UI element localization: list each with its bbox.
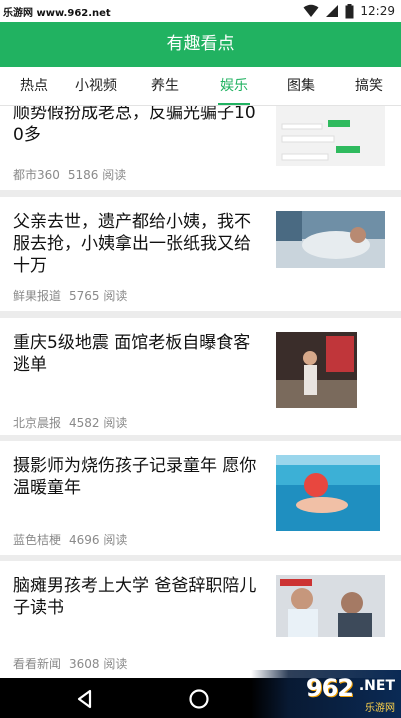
article-reads: 5765 阅读	[69, 289, 128, 303]
list-item[interactable]: 摄影师为烧伤孩子记录童年 愿你温暖童年 蓝色桔梗 4696 阅读	[0, 441, 401, 555]
wifi-icon	[303, 4, 319, 17]
active-tab-indicator	[218, 103, 250, 105]
article-thumbnail	[276, 211, 385, 268]
article-title: 摄影师为烧伤孩子记录童年 愿你温暖童年	[13, 456, 257, 498]
article-title: 顺势假扮成老总，反骗光骗子100多	[13, 106, 256, 145]
battery-icon	[345, 3, 354, 18]
article-title: 父亲去世，遗产都给小姨，我不服去抢，小姨拿出一张纸我又给十万	[13, 212, 251, 276]
restaurant-photo	[276, 332, 357, 408]
tab-gallery[interactable]: 图集	[271, 67, 331, 105]
article-source: 鲜果报道	[13, 289, 62, 303]
article-reads: 4582 阅读	[69, 416, 128, 430]
article-thumbnail	[276, 106, 385, 166]
page-title: 有趣看点	[166, 34, 235, 54]
article-source: 蓝色桔梗	[13, 533, 62, 547]
tab-short-video[interactable]: 小视频	[66, 67, 126, 105]
article-source: 看看新闻	[13, 657, 62, 671]
brand-logo-net: .NET	[358, 678, 395, 694]
category-tabs: 热点 小视频 养生 娱乐 图集 搞笑	[0, 67, 401, 106]
list-item[interactable]: 脑瘫男孩考上大学 爸爸辞职陪儿子读书 看看新闻 3608 阅读	[0, 561, 401, 678]
article-reads: 5186 阅读	[67, 168, 127, 182]
status-time: 12:29	[360, 4, 395, 18]
tab-hot[interactable]: 热点	[4, 67, 64, 105]
brand-logo-subtitle: 乐游网	[365, 703, 395, 714]
tab-entertainment[interactable]: 娱乐	[204, 67, 264, 105]
tab-health[interactable]: 养生	[135, 67, 195, 105]
article-title: 重庆5级地震 面馆老板自曝食客逃单	[13, 333, 251, 375]
app-header: 有趣看点	[0, 22, 401, 67]
article-thumbnail	[276, 575, 385, 637]
article-meta: 都市360 5186 阅读	[13, 166, 126, 183]
father-son-photo	[276, 575, 385, 637]
screen: 乐游网 www.962.net 12:29 有趣看点 热点 小视频 养生 娱乐 …	[0, 0, 401, 718]
article-meta: 北京晨报 4582 阅读	[13, 414, 127, 431]
article-thumbnail	[276, 455, 380, 531]
article-meta: 鲜果报道 5765 阅读	[13, 287, 127, 304]
tab-entertainment-label: 娱乐	[220, 78, 248, 94]
list-item[interactable]: 父亲去世，遗产都给小姨，我不服去抢，小姨拿出一张纸我又给十万 鲜果报道 5765 …	[0, 197, 401, 311]
article-meta: 看看新闻 3608 阅读	[13, 655, 127, 672]
signal-icon	[326, 5, 339, 17]
article-source: 北京晨报	[13, 416, 62, 430]
tab-funny[interactable]: 搞笑	[339, 67, 399, 105]
hospital-photo	[276, 211, 385, 268]
article-reads: 3608 阅读	[69, 657, 128, 671]
back-icon[interactable]	[72, 686, 98, 712]
list-item[interactable]: 顺势假扮成老总，反骗光骗子100多 都市360 5186 阅读	[0, 106, 401, 190]
article-title: 脑瘫男孩考上大学 爸爸辞职陪儿子读书	[13, 576, 257, 618]
swimming-child-photo	[276, 455, 380, 531]
home-icon[interactable]	[186, 686, 212, 712]
article-thumbnail	[276, 332, 357, 408]
watermark-text: 乐游网 www.962.net	[3, 8, 111, 19]
list-item[interactable]: 重庆5级地震 面馆老板自曝食客逃单 北京晨报 4582 阅读	[0, 318, 401, 435]
status-icons: 12:29	[303, 2, 395, 20]
chat-screenshot-image	[276, 106, 385, 166]
article-meta: 蓝色桔梗 4696 阅读	[13, 531, 127, 548]
news-feed: 顺势假扮成老总，反骗光骗子100多 都市360 5186 阅读 父亲去世，遗产都给…	[0, 106, 401, 678]
brand-logo: 962	[305, 674, 354, 702]
status-bar: 乐游网 www.962.net 12:29	[0, 0, 401, 22]
article-reads: 4696 阅读	[69, 533, 128, 547]
article-source: 都市360	[13, 168, 60, 182]
